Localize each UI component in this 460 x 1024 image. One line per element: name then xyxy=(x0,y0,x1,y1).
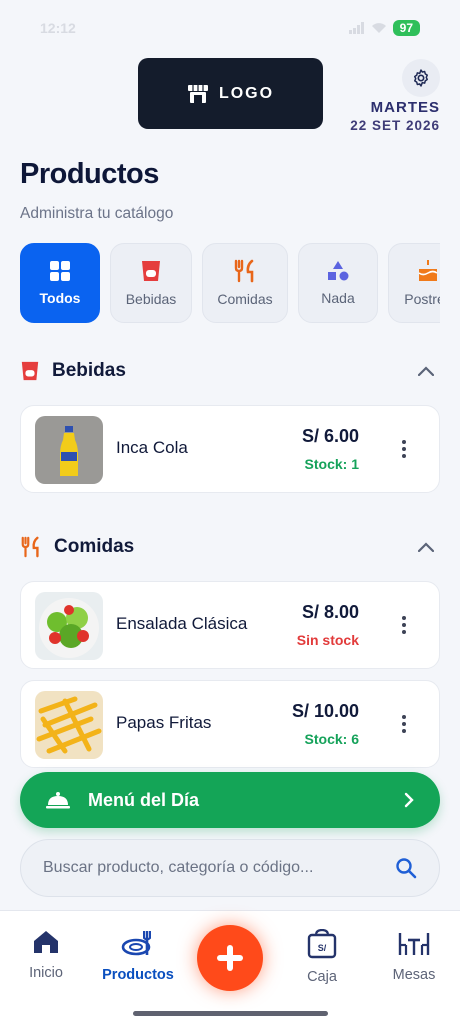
section-header-comidas[interactable]: Comidas xyxy=(20,532,440,562)
category-chip-label: Todos xyxy=(39,290,81,306)
product-name: Papas Fritas xyxy=(116,713,212,732)
utensils-icon xyxy=(21,536,39,558)
date-full: 22 SET 2026 xyxy=(350,118,440,133)
nav-item-caja[interactable]: S/ Caja xyxy=(277,929,367,985)
status-icons: 97 xyxy=(348,20,420,36)
chevron-right-icon xyxy=(404,792,414,808)
utensils-icon xyxy=(234,259,254,283)
search-input[interactable] xyxy=(43,859,395,877)
logo: LOGO xyxy=(138,58,323,129)
product-card-ensalada-clasica[interactable]: Ensalada Clásica S/ 8.00 Sin stock xyxy=(20,581,440,669)
nav-label: Mesas xyxy=(392,967,436,983)
product-name: Inca Cola xyxy=(116,438,188,457)
store-icon xyxy=(187,84,208,103)
category-chip-label: Nada xyxy=(321,290,355,306)
home-icon xyxy=(34,931,58,953)
category-chip-label: Comidas xyxy=(217,291,273,307)
page-subtitle: Administra tu catálogo xyxy=(20,205,174,222)
nav-label: Productos xyxy=(102,967,174,983)
nav-item-productos[interactable]: Productos xyxy=(93,929,183,983)
grid-icon xyxy=(50,261,70,281)
status-bar: 12:12 97 xyxy=(0,0,460,56)
chevron-up-icon[interactable] xyxy=(418,542,434,552)
cup-icon xyxy=(21,361,39,381)
signal-icon xyxy=(348,22,364,34)
section-title: Comidas xyxy=(54,536,135,557)
dish-icon xyxy=(121,931,151,956)
category-chip-label: Bebidas xyxy=(125,291,177,307)
settings-button[interactable] xyxy=(402,59,440,97)
category-chip-bebidas[interactable]: Bebidas xyxy=(110,243,192,323)
status-time: 12:12 xyxy=(40,20,76,36)
cup-icon xyxy=(142,261,160,281)
search-icon[interactable] xyxy=(395,857,417,879)
product-card-papas-fritas[interactable]: Papas Fritas S/ 10.00 Stock: 6 xyxy=(20,680,440,768)
battery-badge: 97 xyxy=(392,20,420,36)
section-title: Bebidas xyxy=(52,360,126,381)
nav-item-mesas[interactable]: Mesas xyxy=(369,929,459,983)
cake-icon xyxy=(418,260,438,281)
cash-bag-icon: S/ xyxy=(307,929,337,959)
nav-label: Caja xyxy=(307,969,337,985)
more-options-icon[interactable] xyxy=(401,715,407,733)
search-bar[interactable] xyxy=(20,839,440,897)
menu-del-dia-label: Menú del Día xyxy=(88,789,200,810)
category-chip-postres[interactable]: Postres xyxy=(388,243,440,323)
wifi-icon xyxy=(371,23,386,33)
product-image-papas-fritas xyxy=(35,691,103,759)
bottom-nav: Inicio Productos S/ Caja Mesas xyxy=(0,910,460,1024)
category-chip-nada[interactable]: Nada xyxy=(298,243,378,323)
add-product-button[interactable] xyxy=(197,925,263,991)
nav-label: Inicio xyxy=(29,965,63,981)
product-stock: Stock: 1 xyxy=(304,456,359,472)
page-title: Productos xyxy=(20,158,159,190)
svg-text:S/: S/ xyxy=(318,943,327,953)
gear-icon xyxy=(414,69,428,87)
more-options-icon[interactable] xyxy=(401,440,407,458)
date-weekday: MARTES xyxy=(370,99,440,116)
product-price: S/ 8.00 xyxy=(301,602,359,622)
logo-text: LOGO xyxy=(218,84,275,102)
cloche-icon xyxy=(46,792,70,809)
category-chip-todos[interactable]: Todos xyxy=(20,243,100,323)
chevron-up-icon[interactable] xyxy=(418,366,434,376)
product-stock: Stock: 6 xyxy=(304,731,359,747)
product-image-inca-cola xyxy=(35,416,103,484)
category-chip-label: Postres xyxy=(404,291,440,307)
home-indicator[interactable] xyxy=(133,1011,328,1016)
shapes-icon xyxy=(328,261,349,281)
product-card-inca-cola[interactable]: Inca Cola S/ 6.00 Stock: 1 xyxy=(20,405,440,493)
product-stock: Sin stock xyxy=(296,632,359,648)
section-header-bebidas[interactable]: Bebidas xyxy=(20,356,440,386)
product-price: S/ 10.00 xyxy=(291,701,359,721)
product-image-ensalada xyxy=(35,592,103,660)
product-name: Ensalada Clásica xyxy=(116,614,248,633)
product-price: S/ 6.00 xyxy=(301,426,359,446)
category-filter-strip[interactable]: Todos Bebidas Comidas Nada Postres xyxy=(20,243,440,323)
table-icon xyxy=(398,933,430,955)
category-chip-comidas[interactable]: Comidas xyxy=(202,243,288,323)
nav-item-inicio[interactable]: Inicio xyxy=(1,929,91,981)
plus-icon xyxy=(217,945,243,971)
more-options-icon[interactable] xyxy=(401,616,407,634)
menu-del-dia-button[interactable]: Menú del Día xyxy=(20,772,440,828)
